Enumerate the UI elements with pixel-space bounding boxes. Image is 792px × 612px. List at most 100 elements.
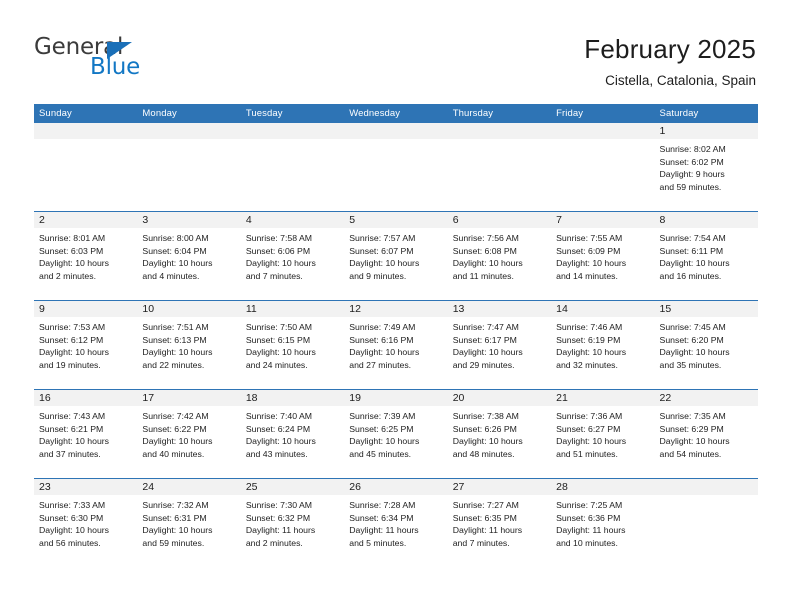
sunset-text: Sunset: 6:02 PM — [659, 156, 724, 167]
sunrise-text: Sunrise: 8:00 AM — [142, 233, 209, 243]
sunrise-text: Sunrise: 7:40 AM — [245, 411, 313, 421]
day-number-band — [654, 479, 758, 495]
calendar-week-row: 9 Sunrise: 7:53 AM Sunset: 6:12 PM Daylight… — [34, 300, 758, 389]
day-cell-empty — [447, 123, 552, 211]
day-details: Sunrise: 7:55 AM Sunset: 6:09 PM Daylight:… — [551, 228, 654, 282]
day-cell[interactable]: 7 Sunrise: 7:55 AM Sunset: 6:09 PM Daylight… — [551, 212, 655, 300]
title-block: February 2025 Cistella, Catalonia, Spain — [584, 34, 756, 89]
day-cell[interactable]: 2 Sunrise: 8:01 AM Sunset: 6:03 PM Daylight… — [34, 212, 138, 300]
daylight-text-line2: and 7 minutes. — [452, 537, 510, 548]
weekday-header-sunday: Sunday — [39, 108, 72, 119]
day-number-band: 10 — [137, 301, 241, 317]
day-cell[interactable]: 13 Sunrise: 7:47 AM Sunset: 6:17 PM Dayligh… — [447, 301, 552, 389]
day-number-band: 9 — [34, 301, 138, 317]
calendar-grid: Sunday Monday Tuesday Wednesday Thursday Frid… — [34, 104, 758, 567]
daylight-text-line1: Daylight: 9 hours — [659, 169, 725, 180]
daylight-text-line1: Daylight: 10 hours — [452, 436, 523, 447]
daylight-text-line1: Daylight: 10 hours — [659, 258, 730, 269]
daylight-text-line2: and 22 minutes. — [142, 359, 205, 370]
day-number-band: 21 — [551, 390, 655, 406]
calendar-page: General Blue February 2025 Cistella, Cat… — [0, 0, 792, 612]
sunrise-text: Sunrise: 7:55 AM — [556, 233, 623, 243]
day-cell[interactable]: 6 Sunrise: 7:56 AM Sunset: 6:08 PM Daylight… — [447, 212, 552, 300]
day-number-band — [344, 123, 448, 139]
day-cell[interactable]: 23 Sunrise: 7:33 AM Sunset: 6:30 PM Dayligh… — [34, 479, 138, 567]
day-cell[interactable]: 19 Sunrise: 7:39 AM Sunset: 6:25 PM Dayligh… — [344, 390, 448, 478]
day-cell[interactable]: 5 Sunrise: 7:57 AM Sunset: 6:07 PM Daylight… — [344, 212, 448, 300]
day-details: Sunrise: 8:00 AM Sunset: 6:04 PM Daylight:… — [137, 228, 240, 282]
day-cell[interactable]: 4 Sunrise: 7:58 AM Sunset: 6:06 PM Daylight… — [240, 212, 345, 300]
day-number-band: 20 — [447, 390, 552, 406]
day-number-band: 11 — [240, 301, 345, 317]
sunset-text: Sunset: 6:24 PM — [245, 423, 311, 434]
day-cell[interactable]: 17 Sunrise: 7:42 AM Sunset: 6:22 PM Dayligh… — [137, 390, 241, 478]
day-number: 3 — [142, 214, 149, 226]
day-number: 10 — [142, 303, 155, 315]
day-cell[interactable]: 1 Sunrise: 8:02 AM Sunset: 6:02 PM Daylight… — [654, 123, 758, 211]
sunset-text: Sunset: 6:22 PM — [142, 423, 207, 434]
sunrise-text: Sunrise: 7:56 AM — [452, 233, 519, 243]
day-number-band: 12 — [344, 301, 448, 317]
weekday-header-monday: Monday — [142, 108, 177, 119]
day-cell[interactable]: 12 Sunrise: 7:49 AM Sunset: 6:16 PM Dayligh… — [344, 301, 448, 389]
day-cell[interactable]: 27 Sunrise: 7:27 AM Sunset: 6:35 PM Dayligh… — [447, 479, 552, 567]
sunset-text: Sunset: 6:34 PM — [349, 512, 414, 523]
day-number-band: 4 — [240, 212, 345, 228]
page-header: General Blue February 2025 Cistella, Cat… — [0, 0, 792, 100]
daylight-text-line1: Daylight: 10 hours — [142, 525, 213, 536]
day-details — [448, 139, 551, 143]
general-blue-logo: General Blue — [34, 36, 204, 86]
daylight-text-line1: Daylight: 10 hours — [556, 258, 627, 269]
sunrise-text: Sunrise: 7:51 AM — [142, 322, 209, 332]
day-cell[interactable]: 3 Sunrise: 8:00 AM Sunset: 6:04 PM Daylight… — [137, 212, 241, 300]
day-details: Sunrise: 7:27 AM Sunset: 6:35 PM Daylight:… — [448, 495, 551, 549]
sunrise-text: Sunrise: 7:54 AM — [659, 233, 726, 243]
day-number-band: 19 — [344, 390, 448, 406]
sunrise-text: Sunrise: 7:36 AM — [556, 411, 623, 421]
day-cell[interactable]: 11 Sunrise: 7:50 AM Sunset: 6:15 PM Dayligh… — [240, 301, 345, 389]
day-cell[interactable]: 22 Sunrise: 7:35 AM Sunset: 6:29 PM Dayligh… — [654, 390, 758, 478]
day-cell[interactable]: 21 Sunrise: 7:36 AM Sunset: 6:27 PM Dayligh… — [551, 390, 655, 478]
daylight-text-line2: and 14 minutes. — [556, 270, 618, 281]
daylight-text-line2: and 37 minutes. — [39, 448, 101, 459]
day-cell[interactable]: 16 Sunrise: 7:43 AM Sunset: 6:21 PM Dayligh… — [34, 390, 138, 478]
daylight-text-line2: and 43 minutes. — [245, 448, 308, 459]
daylight-text-line2: and 4 minutes. — [142, 270, 200, 281]
calendar-weeks: 1 Sunrise: 8:02 AM Sunset: 6:02 PM Daylight… — [34, 123, 758, 567]
day-number: 13 — [452, 303, 465, 315]
day-number: 12 — [349, 303, 361, 315]
daylight-text-line2: and 45 minutes. — [349, 448, 412, 459]
day-cell[interactable]: 24 Sunrise: 7:32 AM Sunset: 6:31 PM Dayligh… — [137, 479, 241, 567]
sunrise-text: Sunrise: 7:45 AM — [659, 322, 726, 332]
day-number: 23 — [39, 481, 51, 493]
sunrise-text: Sunrise: 7:25 AM — [556, 500, 623, 510]
sunrise-text: Sunrise: 7:32 AM — [142, 500, 209, 510]
day-details: Sunrise: 7:33 AM Sunset: 6:30 PM Daylight:… — [34, 495, 137, 549]
day-number-band: 17 — [137, 390, 241, 406]
sunrise-text: Sunrise: 7:46 AM — [556, 322, 623, 332]
day-cell[interactable]: 10 Sunrise: 7:51 AM Sunset: 6:13 PM Dayligh… — [137, 301, 241, 389]
day-cell-empty — [34, 123, 138, 211]
sunrise-text: Sunrise: 7:38 AM — [452, 411, 519, 421]
day-number-band: 6 — [447, 212, 552, 228]
day-number-band: 14 — [551, 301, 655, 317]
sunset-text: Sunset: 6:29 PM — [659, 423, 724, 434]
day-details: Sunrise: 7:43 AM Sunset: 6:21 PM Daylight:… — [34, 406, 137, 460]
weekday-header-thursday: Thursday — [452, 108, 494, 119]
day-number: 17 — [142, 392, 155, 404]
day-cell[interactable]: 28 Sunrise: 7:25 AM Sunset: 6:36 PM Dayligh… — [551, 479, 655, 567]
day-cell[interactable]: 20 Sunrise: 7:38 AM Sunset: 6:26 PM Dayligh… — [447, 390, 552, 478]
day-cell[interactable]: 25 Sunrise: 7:30 AM Sunset: 6:32 PM Dayligh… — [240, 479, 345, 567]
day-cell[interactable]: 15 Sunrise: 7:45 AM Sunset: 6:20 PM Dayligh… — [654, 301, 758, 389]
day-cell[interactable]: 26 Sunrise: 7:28 AM Sunset: 6:34 PM Dayligh… — [344, 479, 448, 567]
sunrise-text: Sunrise: 8:02 AM — [659, 144, 726, 154]
day-cell[interactable]: 18 Sunrise: 7:40 AM Sunset: 6:24 PM Dayligh… — [240, 390, 345, 478]
calendar-week-row: 23 Sunrise: 7:33 AM Sunset: 6:30 PM Dayligh… — [34, 478, 758, 567]
day-number: 24 — [142, 481, 155, 493]
day-number: 11 — [245, 303, 257, 315]
day-cell[interactable]: 8 Sunrise: 7:54 AM Sunset: 6:11 PM Daylight… — [654, 212, 758, 300]
day-cell[interactable]: 9 Sunrise: 7:53 AM Sunset: 6:12 PM Daylight… — [34, 301, 138, 389]
sunset-text: Sunset: 6:21 PM — [39, 423, 104, 434]
day-cell[interactable]: 14 Sunrise: 7:46 AM Sunset: 6:19 PM Dayligh… — [551, 301, 655, 389]
daylight-text-line2: and 16 minutes. — [659, 270, 722, 281]
